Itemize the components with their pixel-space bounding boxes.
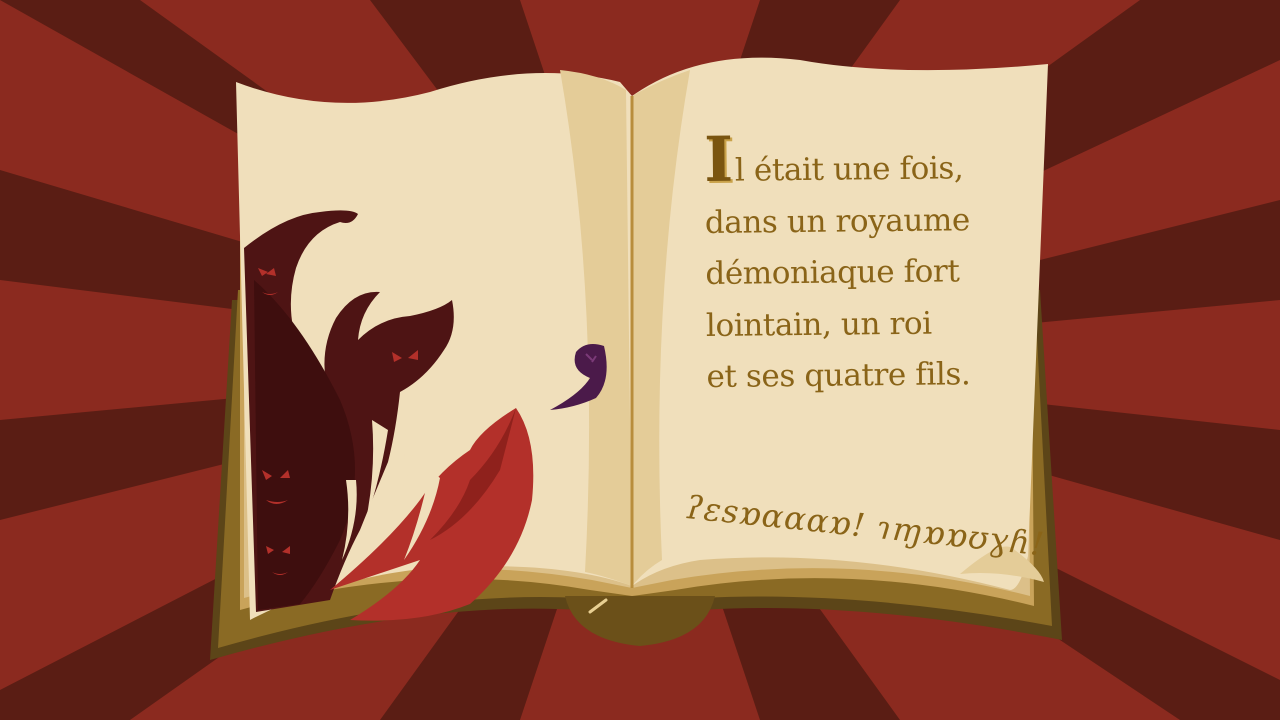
story-line: lointain, un roi xyxy=(705,305,932,344)
scene-artwork xyxy=(0,0,1280,720)
story-line: dans un royaume xyxy=(704,201,971,241)
story-line-first: Il était une fois, xyxy=(703,122,1005,198)
story-scene[interactable]: Il était une fois, dans un royaume démon… xyxy=(0,0,1280,720)
story-line-text: l était une fois, xyxy=(734,150,964,189)
story-line: démoniaque fort xyxy=(705,253,960,292)
story-line: et ses quatre fils. xyxy=(706,356,971,395)
drop-cap: I xyxy=(703,122,734,196)
story-text: Il était une fois, dans un royaume démon… xyxy=(703,122,1007,404)
